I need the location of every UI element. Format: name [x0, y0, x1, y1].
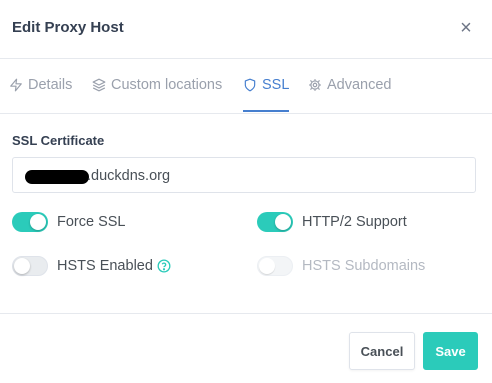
hsts-subdomains-toggle[interactable]: HSTS Subdomains — [257, 256, 425, 276]
cancel-button[interactable]: Cancel — [349, 332, 415, 370]
http2-support-toggle[interactable]: HTTP/2 Support — [257, 212, 407, 232]
tab-custom-locations[interactable]: Custom locations — [92, 58, 222, 112]
tab-bar: Details Custom locations SSL Advanced — [0, 58, 492, 114]
switch-knob — [30, 214, 46, 230]
ssl-certificate-select[interactable]: .duckdns.org — [12, 157, 476, 193]
hsts-enabled-toggle[interactable]: HSTS Enabled — [12, 256, 171, 276]
help-icon[interactable] — [157, 259, 171, 273]
close-button[interactable]: × — [456, 17, 476, 39]
hsts-subdomains-switch[interactable] — [257, 256, 293, 276]
tab-label: SSL — [262, 77, 290, 93]
tab-advanced[interactable]: Advanced — [308, 58, 392, 112]
switch-knob — [14, 258, 30, 274]
dialog-header: Edit Proxy Host × — [0, 0, 492, 59]
ssl-certificate-label: SSL Certificate — [12, 133, 105, 148]
shield-icon — [244, 78, 256, 92]
save-button[interactable]: Save — [423, 332, 478, 370]
http2-switch[interactable] — [257, 212, 293, 232]
force-ssl-switch[interactable] — [12, 212, 48, 232]
force-ssl-toggle[interactable]: Force SSL — [12, 212, 126, 232]
edit-proxy-host-dialog: Edit Proxy Host × Details Custom locatio… — [0, 0, 492, 382]
close-icon: × — [460, 17, 472, 39]
tab-details[interactable]: Details — [9, 58, 72, 112]
hsts-subdomains-label: HSTS Subdomains — [302, 258, 426, 274]
layers-icon — [92, 78, 106, 92]
gear-icon — [309, 79, 321, 91]
dialog-footer: Cancel Save — [0, 313, 492, 383]
force-ssl-label: Force SSL — [57, 214, 126, 230]
dialog-title: Edit Proxy Host — [12, 19, 124, 36]
switch-knob — [259, 258, 275, 274]
tab-ssl[interactable]: SSL — [243, 58, 290, 112]
hsts-switch[interactable] — [12, 256, 48, 276]
switch-knob — [275, 214, 291, 230]
zap-icon — [10, 78, 22, 92]
redaction-mark — [25, 170, 89, 184]
certificate-value: .duckdns.org — [87, 168, 171, 184]
hsts-label: HSTS Enabled — [57, 258, 153, 274]
tab-label: Custom locations — [111, 77, 223, 93]
http2-label: HTTP/2 Support — [302, 214, 407, 230]
tab-label: Details — [28, 77, 73, 93]
tab-label: Advanced — [327, 77, 392, 93]
